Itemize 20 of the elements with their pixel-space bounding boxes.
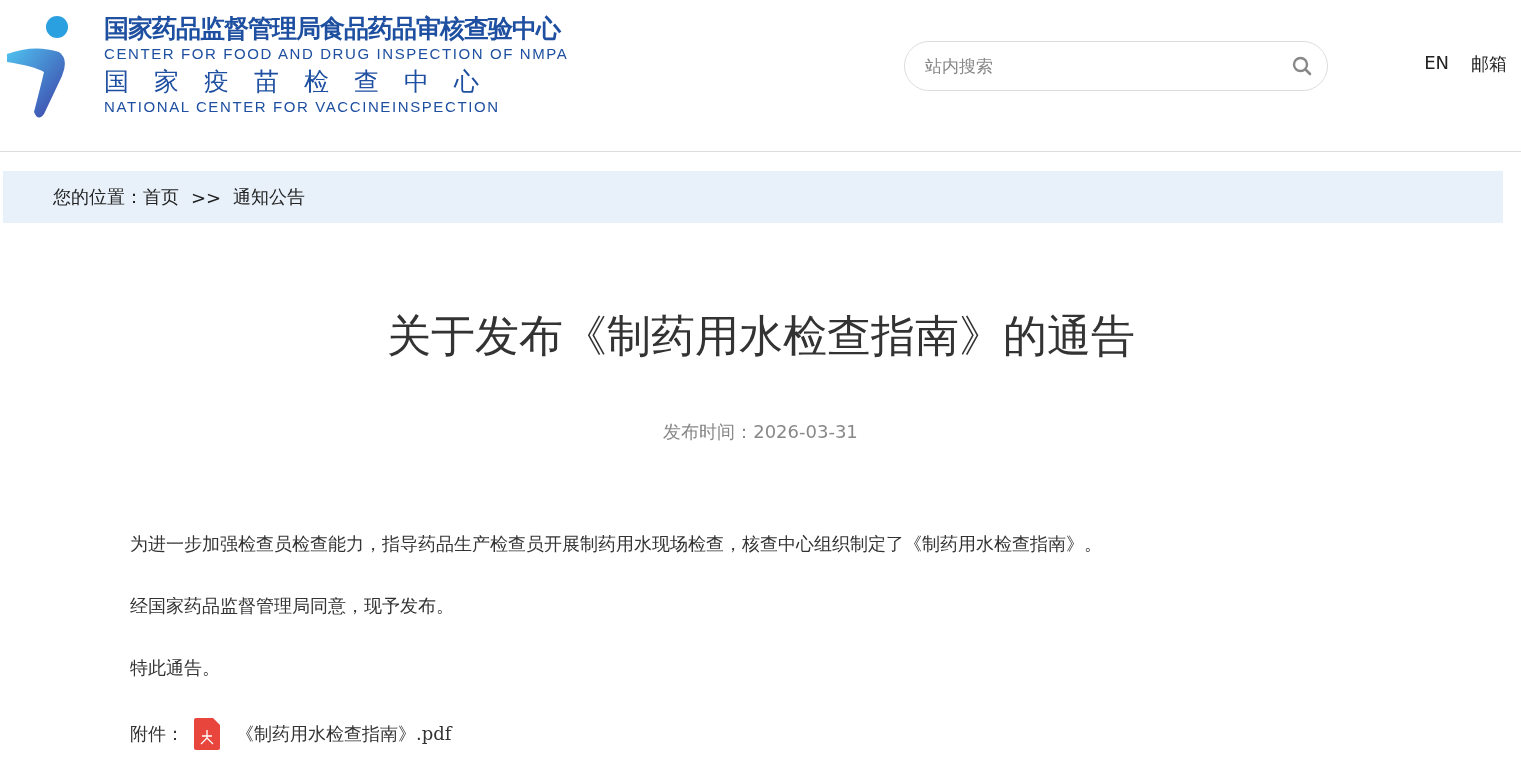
article-title: 关于发布《制药用水检查指南》的通告 — [386, 309, 1135, 363]
breadcrumb-link[interactable]: 通知公告 — [233, 185, 306, 209]
search-field[interactable]: 站内搜索 — [904, 41, 1329, 91]
search-icon[interactable] — [1292, 56, 1313, 76]
breadcrumb-separator: >> — [191, 186, 222, 208]
logo-subtitle: NATIONAL CENTER FOR VACCINEINSPECTION — [104, 99, 501, 114]
publish-date: 发布时间：2026-03-31 — [663, 420, 858, 444]
logo-title: 国家疫苗检查中心 — [104, 69, 505, 94]
breadcrumb-label: 您的位置： — [53, 185, 143, 209]
logo-title: 国家药品监督管理局食品药品审核查验中心 — [104, 16, 562, 41]
attachment-label: 附件： — [130, 722, 184, 746]
pdf-file-icon — [194, 718, 220, 750]
logo-subtitle: CENTER FOR FOOD AND DRUG INSPECTION OF NMPA — [104, 46, 569, 61]
header-link[interactable]: 邮箱 — [1471, 52, 1507, 76]
paragraph: 特此通告。 — [130, 656, 221, 680]
breadcrumb-link[interactable]: 首页 — [143, 185, 179, 209]
header-link[interactable]: EN — [1424, 52, 1449, 76]
attachment-link[interactable]: 《制药用水检查指南》.pdf — [236, 722, 452, 746]
paragraph: 经国家药品监督管理局同意，现予发布。 — [130, 594, 455, 618]
paragraph: 为进一步加强检查员检查能力，指导药品生产检查员开展制药用水现场检查，核查中心组织制定了《制药用水检查指南》。 — [130, 532, 1103, 556]
